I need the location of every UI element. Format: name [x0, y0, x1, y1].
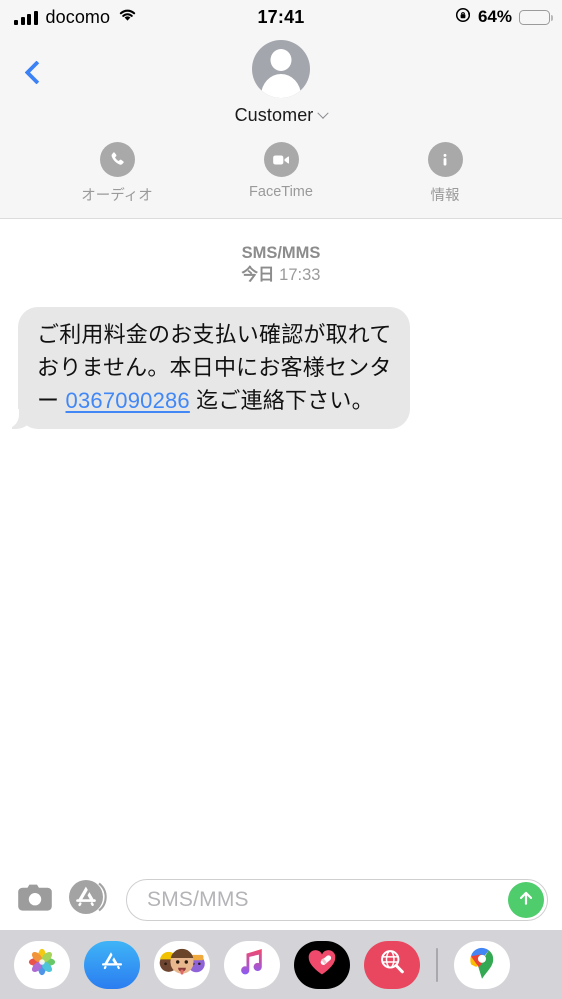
- google-maps-app[interactable]: [454, 940, 510, 989]
- phone-icon: [99, 142, 135, 177]
- music-app[interactable]: [224, 940, 280, 989]
- app-store-button[interactable]: [66, 879, 112, 921]
- status-bar-right: 64%: [455, 0, 554, 34]
- image-search-app[interactable]: [364, 940, 420, 989]
- send-button[interactable]: [508, 882, 544, 919]
- message-input-placeholder: SMS/MMS: [147, 887, 249, 911]
- contact-name-label: Customer: [234, 105, 314, 125]
- info-label: 情報: [430, 188, 460, 204]
- camera-icon: [17, 883, 53, 917]
- globe-magnifier-icon: [376, 946, 408, 983]
- map-pin-icon: [468, 945, 496, 984]
- person-avatar-icon[interactable]: [252, 40, 310, 98]
- memoji-app[interactable]: [154, 940, 210, 989]
- audio-call-button[interactable]: オーディオ: [74, 142, 160, 205]
- photos-app[interactable]: [14, 940, 70, 989]
- messages-screen: docomo 17:41 64% Customer オーディオ FaceTime…: [0, 0, 562, 999]
- clock-label: 17:41: [257, 6, 305, 27]
- day-label: 今日: [241, 266, 275, 285]
- rotation-lock-icon: [455, 7, 471, 28]
- photos-icon: [25, 945, 59, 984]
- thread-timestamp: SMS/MMS 今日 17:33: [0, 242, 562, 287]
- memoji-icon: [157, 944, 207, 985]
- phone-number-link[interactable]: 0367090286: [66, 388, 190, 413]
- send-arrow-up-icon: [515, 887, 537, 914]
- dock-divider: [436, 947, 438, 982]
- message-row: ご利用料金のお支払い確認が取れておりません。本日中にお客様センター 036709…: [0, 306, 562, 429]
- message-thread[interactable]: SMS/MMS 今日 17:33 ご利用料金のお支払い確認が取れておりません。本…: [0, 220, 562, 869]
- contact-block: Customer: [0, 40, 562, 126]
- video-camera-icon: [263, 142, 299, 177]
- service-label: SMS/MMS: [241, 244, 321, 262]
- info-icon: [427, 142, 463, 177]
- thread-time-row: 今日 17:33: [0, 264, 562, 286]
- battery-icon: [519, 9, 554, 25]
- chevron-down-icon: [317, 107, 330, 119]
- contact-name-button[interactable]: Customer: [234, 105, 330, 126]
- message-input-field[interactable]: SMS/MMS: [126, 878, 548, 921]
- message-line-4: さい。: [307, 387, 374, 413]
- message-input-bar: SMS/MMS: [0, 869, 562, 930]
- message-bubble-incoming[interactable]: ご利用料金のお支払い確認が取れておりません。本日中にお客様センター 036709…: [5, 306, 410, 429]
- facetime-label: FaceTime: [249, 184, 313, 200]
- imessage-app-dock: [0, 930, 562, 999]
- message-line-1: ご利用料金のお支払い確認が取れ: [37, 321, 370, 347]
- status-bar: docomo 17:41 64%: [0, 0, 562, 34]
- music-note-icon: [237, 946, 267, 983]
- message-text: ご利用料金のお支払い確認が取れておりません。本日中にお客様センター 036709…: [37, 318, 392, 417]
- message-line-3-suffix: 迄ご連絡下: [189, 387, 308, 413]
- app-store-icon: [68, 878, 110, 921]
- app-store-app[interactable]: [84, 940, 140, 989]
- audio-call-label: オーディオ: [81, 188, 153, 204]
- contact-actions: オーディオ FaceTime 情報: [0, 142, 562, 205]
- app-store-icon: [97, 947, 127, 982]
- digital-touch-app[interactable]: [294, 940, 350, 989]
- conversation-header: Customer オーディオ FaceTime 情報: [0, 34, 562, 219]
- info-button[interactable]: 情報: [402, 142, 488, 205]
- heart-bandage-icon: [306, 947, 338, 982]
- camera-button[interactable]: [14, 879, 56, 921]
- time-label: 17:33: [279, 266, 321, 285]
- facetime-button[interactable]: FaceTime: [238, 142, 324, 205]
- battery-percent-label: 64%: [477, 7, 512, 26]
